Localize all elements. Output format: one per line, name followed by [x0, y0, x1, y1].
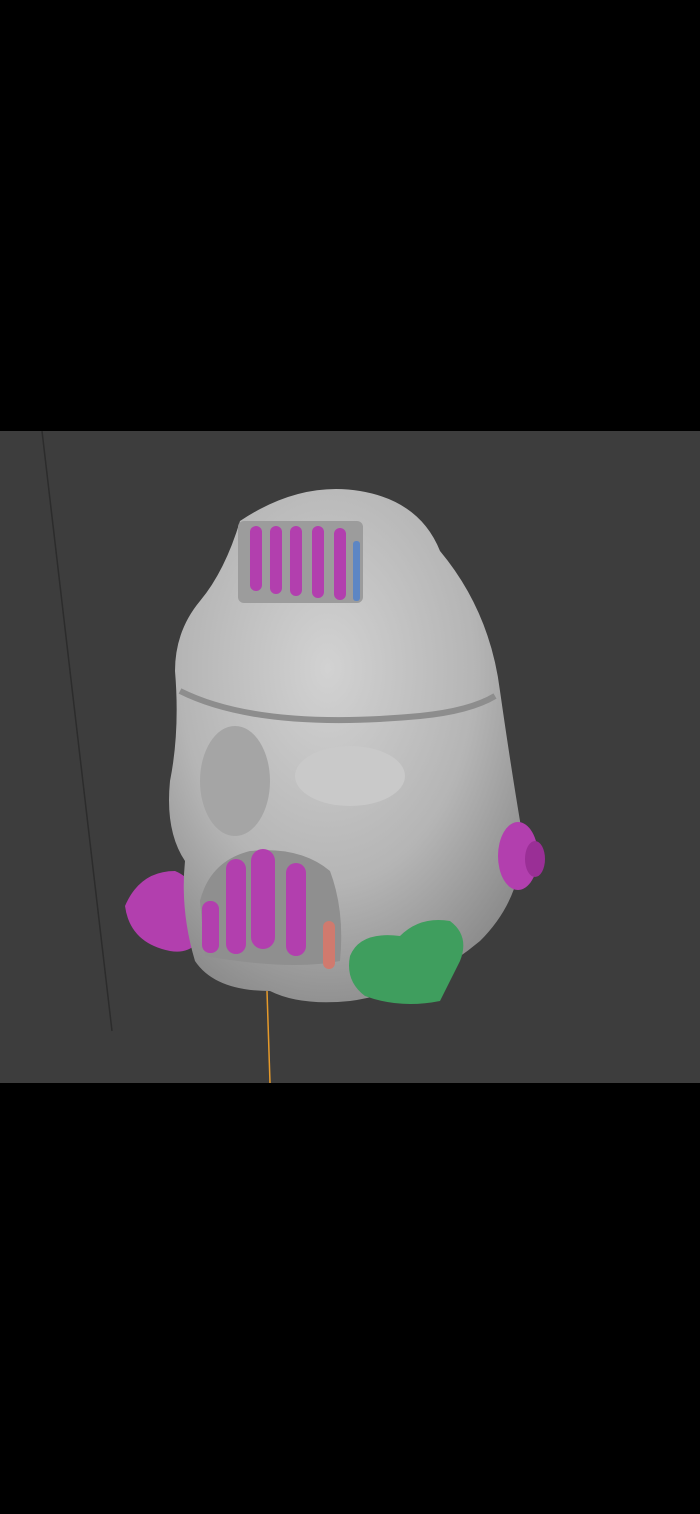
origin-line: [266, 990, 271, 1083]
top-vent-blue-bar: [353, 541, 360, 601]
right-eye-recess: [295, 746, 405, 806]
grid-axis-line: [41, 431, 113, 1032]
helmet-render: [41, 431, 545, 1083]
right-ear-cap: [525, 841, 545, 877]
mouth-vent-salmon-bar: [323, 921, 335, 969]
left-eye-recess: [200, 726, 270, 836]
letterbox-top: [0, 0, 700, 431]
3d-viewport[interactable]: [0, 431, 700, 1083]
letterbox-bottom: [0, 1083, 700, 1514]
